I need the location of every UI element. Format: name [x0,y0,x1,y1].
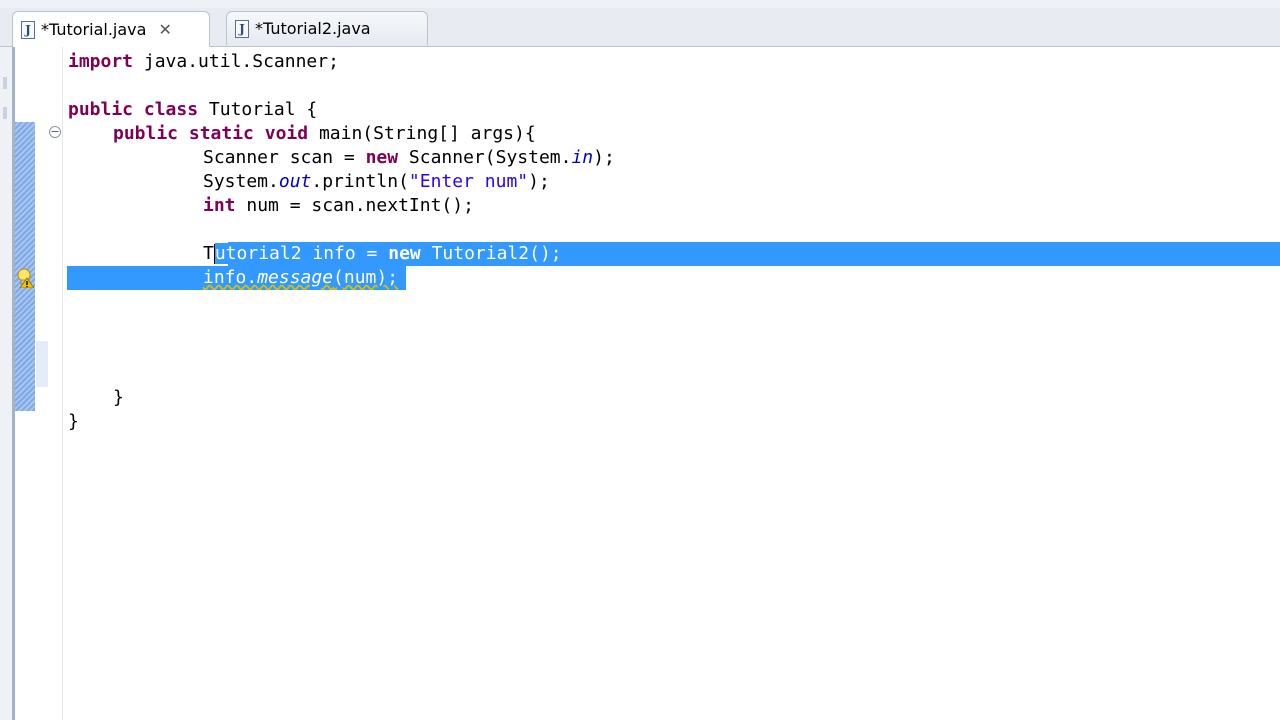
code-line: public class Tutorial { [68,99,318,120]
code-line: } [68,411,79,432]
current-line-marker [36,341,48,387]
code-line-selected: info.message(num); [203,267,399,288]
warning-lightbulb-icon[interactable] [16,268,34,288]
tab-tutorial2-java[interactable]: J *Tutorial2.java [226,11,428,45]
code-line: int num = scan.nextInt(); [203,195,474,216]
collapse-fold-icon[interactable]: − [49,126,61,138]
tab-label: *Tutorial2.java [255,19,371,38]
code-line: System.out.println("Enter num"); [203,171,550,192]
code-line: } [113,387,124,408]
code-line-selected: Tutorial2 info = new Tutorial2(); [203,243,562,264]
editor-tab-bar: J *Tutorial.java ✕ J *Tutorial2.java [0,8,1280,47]
close-icon[interactable]: ✕ [158,20,171,39]
code-line: import java.util.Scanner; [68,51,339,72]
tab-label: *Tutorial.java [41,20,147,39]
left-panel-strip [0,47,12,720]
tab-tutorial-java[interactable]: J *Tutorial.java ✕ [12,11,210,47]
window-top-strip [0,0,1280,8]
code-line: Scanner scan = new Scanner(System.in); [203,147,615,168]
quick-diff-change-bar [15,122,35,411]
code-line: public static void main(String[] args){ [113,123,536,144]
java-file-icon: J [21,20,35,39]
java-file-icon: J [235,19,249,38]
